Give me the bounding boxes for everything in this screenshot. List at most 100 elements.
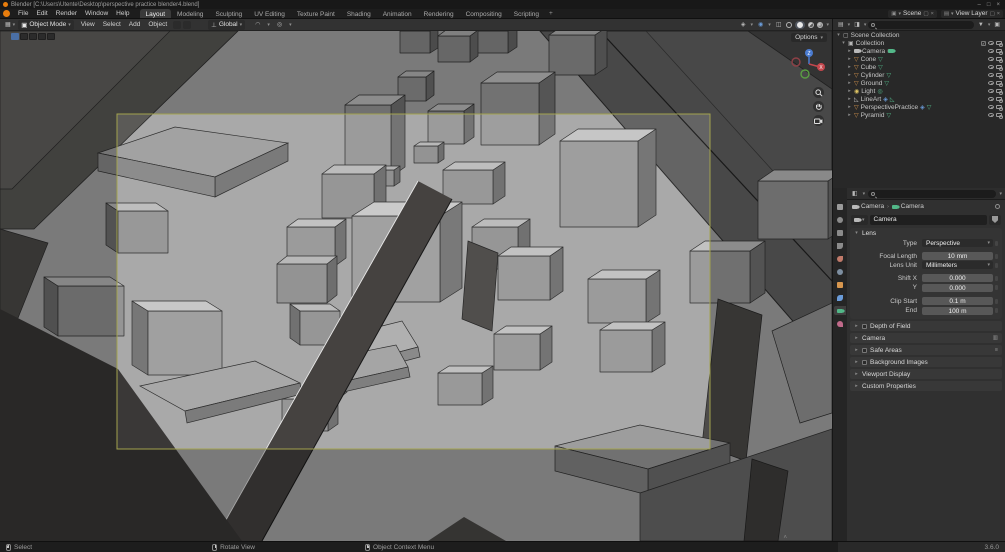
- outliner-row-perspectivepractice[interactable]: ▸ ▽ PerspectivePractice ◈ ▽: [833, 103, 1005, 111]
- filter-icon[interactable]: ▼: [976, 22, 986, 28]
- proportional-editing-icon[interactable]: ◎: [275, 21, 284, 28]
- tab-rendering[interactable]: Rendering: [418, 9, 460, 18]
- lens-panel-header[interactable]: ▾ Lens: [850, 228, 1002, 238]
- tab-layout[interactable]: Layout: [139, 9, 172, 18]
- overlays-icon[interactable]: ◉: [756, 21, 765, 28]
- viewport-display-panel[interactable]: ▸ Viewport Display: [850, 369, 1002, 379]
- hide-eye-icon[interactable]: [988, 105, 994, 109]
- collection-checkbox-icon[interactable]: ✓: [981, 40, 986, 46]
- render-visibility-icon[interactable]: [996, 81, 1003, 87]
- maximize-button[interactable]: □: [987, 2, 991, 8]
- hide-eye-icon[interactable]: [988, 89, 994, 93]
- hide-eye-icon[interactable]: [988, 97, 994, 101]
- tab-scripting[interactable]: Scripting: [508, 9, 545, 18]
- shading-material-icon[interactable]: [808, 21, 815, 28]
- render-visibility-icon[interactable]: [996, 49, 1003, 55]
- menu-help[interactable]: Help: [112, 10, 133, 17]
- outliner-editor-icon[interactable]: ▤: [836, 21, 846, 28]
- render-visibility-icon[interactable]: [996, 97, 1003, 103]
- outliner-row-scene-collection[interactable]: ▾ ▢ Scene Collection: [833, 31, 1005, 39]
- scale-tool-button[interactable]: [47, 33, 55, 40]
- hide-eye-icon[interactable]: [988, 65, 994, 69]
- camera-panel[interactable]: ▸ Camera ▥: [850, 333, 1002, 343]
- render-visibility-icon[interactable]: [996, 65, 1003, 71]
- editor-corner-handle[interactable]: ˄: [783, 535, 787, 541]
- menu-view[interactable]: View: [77, 21, 99, 28]
- lens-unit-dropdown[interactable]: Millimeters ▾: [922, 261, 993, 269]
- close-button[interactable]: ×: [996, 2, 1000, 8]
- outliner-row-cylinder[interactable]: ▸ ▽ Cylinder ▽: [833, 71, 1005, 79]
- render-visibility-icon[interactable]: [996, 57, 1003, 63]
- outliner-row-collection[interactable]: ▾ ▣ Collection ✓: [833, 39, 1005, 47]
- list-icon[interactable]: ≡: [995, 347, 998, 353]
- checkbox-icon[interactable]: [862, 323, 867, 329]
- cursor-tool-button[interactable]: [20, 33, 28, 40]
- xray-toggle-icon[interactable]: ◫: [774, 21, 784, 28]
- outliner-row-camera[interactable]: ▸ Camera: [833, 47, 1005, 55]
- camera-type-dropdown[interactable]: Perspective ▾: [922, 239, 993, 247]
- clip-end-field[interactable]: 100 m: [922, 307, 993, 315]
- tab-shading[interactable]: Shading: [341, 9, 377, 18]
- new-view-layer-icon[interactable]: ▢: [990, 11, 995, 17]
- display-mode-icon[interactable]: ◨: [852, 21, 862, 28]
- shading-rendered-icon[interactable]: [817, 21, 824, 28]
- unlink-scene-icon[interactable]: ×: [931, 11, 934, 17]
- tab-constraints-icon[interactable]: [834, 293, 846, 302]
- fake-user-button[interactable]: [989, 214, 1001, 225]
- checkbox-icon[interactable]: [862, 359, 867, 365]
- render-visibility-icon[interactable]: [996, 73, 1003, 79]
- outliner-row-ground[interactable]: ▸ ▽ Ground ▽: [833, 79, 1005, 87]
- breadcrumb-object[interactable]: Camera: [861, 203, 884, 210]
- breadcrumb-data[interactable]: Camera: [901, 203, 924, 210]
- menu-render[interactable]: Render: [52, 10, 81, 17]
- tab-sculpting[interactable]: Sculpting: [209, 9, 248, 18]
- tab-physics-icon[interactable]: [834, 319, 846, 328]
- depth-of-field-panel[interactable]: ▸ Depth of Field: [850, 321, 1002, 331]
- viewport-canvas[interactable]: Options ▾ Z X ˄: [0, 31, 832, 541]
- outliner-row-lineart[interactable]: ▸ ◺ LineArt ◈ ◺: [833, 95, 1005, 103]
- tab-modeling[interactable]: Modeling: [171, 9, 209, 18]
- animate-dot[interactable]: [995, 253, 998, 259]
- shading-wireframe-icon[interactable]: [786, 21, 793, 28]
- tab-uv-editing[interactable]: UV Editing: [248, 9, 291, 18]
- custom-properties-panel[interactable]: ▸ Custom Properties: [850, 381, 1002, 391]
- menu-add[interactable]: Add: [125, 21, 145, 28]
- new-scene-icon[interactable]: ▢: [923, 11, 928, 17]
- outliner-row-cube[interactable]: ▸ ▽ Cube ▽: [833, 63, 1005, 71]
- animate-dot[interactable]: [995, 262, 998, 268]
- animate-dot[interactable]: [995, 275, 998, 281]
- tab-animation[interactable]: Animation: [377, 9, 418, 18]
- tab-texture-paint[interactable]: Texture Paint: [291, 9, 341, 18]
- navigation-gizmo[interactable]: Z X: [791, 46, 827, 84]
- new-collection-icon[interactable]: ▣: [992, 21, 1002, 28]
- pan-hand-button[interactable]: [813, 101, 824, 112]
- hide-eye-icon[interactable]: [988, 113, 994, 117]
- shading-solid-active[interactable]: [795, 20, 806, 29]
- adjust-last-operation-button[interactable]: [173, 20, 182, 29]
- properties-editor-icon[interactable]: ◧: [850, 190, 860, 197]
- browse-camera-data-button[interactable]: ▾: [851, 214, 868, 225]
- tab-tool-icon[interactable]: [834, 202, 846, 211]
- outliner-row-pyramid[interactable]: ▸ ▽ Pyramid ▽: [833, 111, 1005, 119]
- datablock-name-field[interactable]: Camera: [869, 214, 987, 225]
- camera-view-button[interactable]: [813, 115, 824, 126]
- menu-edit[interactable]: Edit: [32, 10, 51, 17]
- zoom-button[interactable]: [813, 87, 824, 98]
- blender-menu-icon[interactable]: [3, 10, 10, 17]
- viewport-3d[interactable]: ▦ ▾ ▣ Object Mode ▾ View Select Add Obje…: [0, 19, 832, 541]
- hide-eye-icon[interactable]: [988, 41, 994, 45]
- tab-world-icon[interactable]: [834, 267, 846, 276]
- add-workspace-button[interactable]: +: [545, 9, 557, 18]
- presets-icon[interactable]: ▥: [993, 335, 998, 341]
- animate-dot[interactable]: [995, 285, 998, 290]
- tab-object-data-icon[interactable]: [834, 306, 846, 315]
- options-dropdown[interactable]: Options ▾: [791, 33, 827, 42]
- menu-file[interactable]: File: [14, 10, 32, 17]
- editor-type-icon[interactable]: ▦: [3, 21, 13, 28]
- show-gizmo-icon[interactable]: ◈: [739, 21, 748, 28]
- select-box-tool-button[interactable]: [11, 33, 19, 40]
- operator-search-button[interactable]: [183, 20, 192, 29]
- animate-dot[interactable]: [995, 308, 998, 313]
- shift-y-field[interactable]: 0.000: [922, 284, 993, 292]
- background-images-panel[interactable]: ▸ Background Images: [850, 357, 1002, 367]
